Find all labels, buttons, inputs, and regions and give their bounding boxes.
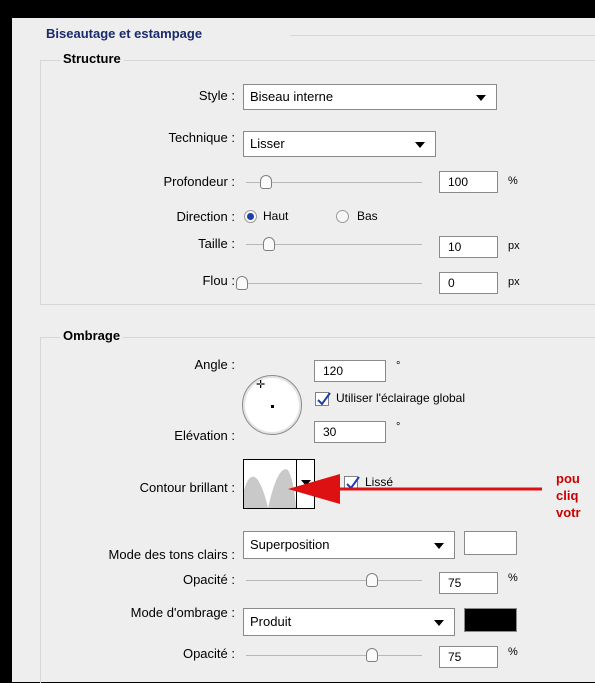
annotation-line-3: votr [556,505,581,520]
style-select[interactable]: Biseau interne [243,84,497,110]
contour-label: Contour brillant : [139,480,235,495]
shadow-color-swatch[interactable] [464,608,517,632]
technique-select[interactable]: Lisser [243,131,436,157]
global-light-checkbox[interactable] [315,392,331,406]
opacite1-slider-thumb[interactable] [366,573,378,587]
annotation-line-2: cliq [556,488,579,503]
taille-slider-thumb[interactable] [262,237,275,251]
flou-label: Flou : [202,273,235,288]
mode-ombrage-label: Mode d'ombrage : [130,605,235,620]
opacite2-slider-track[interactable] [246,655,422,656]
annotation-line-1: pou [556,471,580,486]
mode-clairs-label: Mode des tons clairs : [108,547,235,562]
technique-value: Lisser [250,136,285,151]
elevation-input[interactable]: 30 [314,421,386,443]
profondeur-label: Profondeur : [163,174,235,189]
taille-label: Taille : [198,236,235,251]
chevron-down-icon [434,543,444,549]
taille-unit: px [508,240,520,252]
ombrage-title: Ombrage [60,328,124,343]
global-light-label: Utiliser l'éclairage global [336,391,466,405]
angle-center-dot [271,405,274,408]
profondeur-input[interactable]: 100 [439,171,498,193]
opacite2-label: Opacité : [182,646,235,661]
angle-dial[interactable]: ✛ [242,375,302,435]
angle-input[interactable]: 120 [314,360,386,382]
direction-label: Direction : [176,209,235,224]
flou-unit: px [508,276,520,288]
taille-input[interactable]: 10 [439,236,498,258]
chevron-down-icon [415,142,425,148]
flou-slider-thumb[interactable] [236,276,248,290]
chevron-down-icon [434,620,444,626]
direction-haut-radio[interactable] [244,210,257,223]
profondeur-slider-track[interactable] [246,182,422,183]
opacite2-input[interactable]: 75 [439,646,498,668]
flou-slider-track[interactable] [236,283,422,284]
structure-title: Structure [60,51,124,66]
direction-haut-label: Haut [263,209,289,223]
opacite1-label: Opacité : [182,572,235,587]
angle-label: Angle : [194,357,235,372]
elevation-unit: ° [396,421,401,433]
main-title: Biseautage et estampage [46,26,203,41]
direction-bas-label: Bas [357,209,378,223]
opacite1-slider-track[interactable] [246,580,422,581]
direction-bas-radio[interactable] [336,210,349,223]
annotation-text: pou cliq votr [556,470,581,521]
highlight-color-swatch[interactable] [464,531,517,555]
main-title-rule [290,35,595,36]
opacite1-unit: % [508,572,518,584]
flou-input[interactable]: 0 [439,272,498,294]
annotation-arrow [288,474,542,504]
mode-clairs-select[interactable]: Superposition [243,531,455,559]
profondeur-unit: % [508,175,518,187]
opacite1-input[interactable]: 75 [439,572,498,594]
profondeur-slider-thumb[interactable] [260,175,273,189]
chevron-down-icon [476,95,486,101]
style-value: Biseau interne [250,89,334,104]
mode-ombrage-value: Produit [250,614,292,629]
mode-clairs-value: Superposition [250,537,330,552]
opacite2-slider-thumb[interactable] [366,648,378,662]
elevation-label: Elévation : [174,428,235,443]
technique-label: Technique : [168,130,236,145]
style-label: Style : [198,88,235,103]
angle-unit: ° [396,360,401,372]
opacite2-unit: % [508,646,518,658]
mode-ombrage-select[interactable]: Produit [243,608,455,636]
crosshair-icon: ✛ [256,379,266,391]
